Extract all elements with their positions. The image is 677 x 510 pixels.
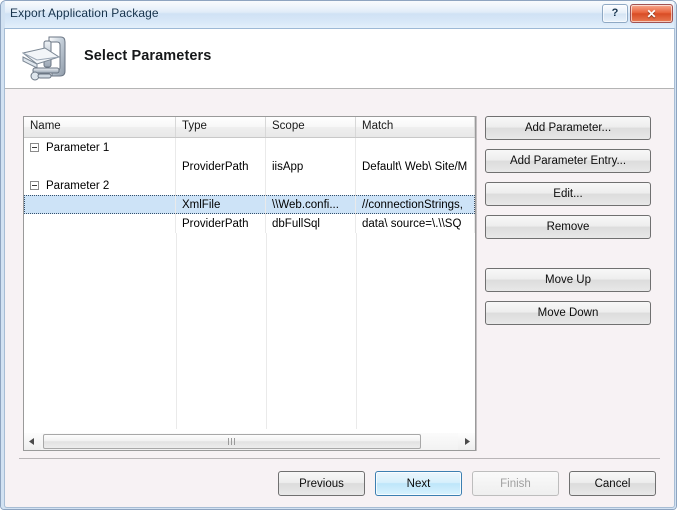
grid-rows: Parameter 1 ProviderPath iisApp Default\… bbox=[24, 138, 475, 429]
scroll-right-icon[interactable] bbox=[458, 433, 475, 450]
cell-name-label: Parameter 1 bbox=[46, 141, 110, 154]
cell-match[interactable]: Default\ Web\ Site/M bbox=[356, 157, 475, 176]
window-title: Export Application Package bbox=[10, 6, 159, 20]
cell-match[interactable] bbox=[356, 176, 475, 195]
cell-scope[interactable]: iisApp bbox=[266, 157, 356, 176]
panel-divider bbox=[476, 116, 477, 451]
table-row[interactable]: Parameter 2 bbox=[24, 176, 475, 195]
title-bar: Export Application Package ? ✕ bbox=[1, 1, 676, 29]
column-header-scope[interactable]: Scope bbox=[266, 117, 356, 137]
footer-divider bbox=[19, 458, 660, 459]
collapse-minus-icon[interactable] bbox=[30, 143, 39, 152]
cancel-button[interactable]: Cancel bbox=[569, 471, 656, 496]
cell-name[interactable] bbox=[24, 214, 176, 233]
edit-button[interactable]: Edit... bbox=[485, 182, 651, 206]
column-header-match[interactable]: Match bbox=[356, 117, 475, 137]
table-row-selected[interactable]: XmlFile \\Web.confi... //connectionStrin… bbox=[24, 195, 475, 214]
move-up-button[interactable]: Move Up bbox=[485, 268, 651, 292]
collapse-minus-icon[interactable] bbox=[30, 181, 39, 190]
column-header-type[interactable]: Type bbox=[176, 117, 266, 137]
scroll-left-icon[interactable] bbox=[24, 433, 41, 450]
help-button[interactable]: ? bbox=[602, 4, 628, 23]
cell-type[interactable]: ProviderPath bbox=[176, 214, 266, 233]
grid-column-divider bbox=[176, 233, 177, 429]
cell-type[interactable] bbox=[176, 176, 266, 195]
cell-scope[interactable] bbox=[266, 138, 356, 157]
move-down-button[interactable]: Move Down bbox=[485, 301, 651, 325]
column-header-name[interactable]: Name bbox=[24, 117, 176, 137]
add-parameter-entry-button[interactable]: Add Parameter Entry... bbox=[485, 149, 651, 173]
grid-horizontal-scrollbar[interactable] bbox=[23, 433, 476, 451]
previous-button[interactable]: Previous bbox=[278, 471, 365, 496]
cell-type[interactable] bbox=[176, 138, 266, 157]
export-application-package-dialog: Export Application Package ? ✕ Select Pa… bbox=[0, 0, 677, 510]
cell-scope[interactable]: dbFullSql bbox=[266, 214, 356, 233]
cell-name-label: Parameter 2 bbox=[46, 179, 110, 192]
page-title: Select Parameters bbox=[84, 48, 212, 64]
cell-name[interactable]: Parameter 2 bbox=[24, 176, 176, 195]
scrollbar-thumb[interactable] bbox=[43, 434, 421, 449]
dialog-body: Name Type Scope Match Parameter 1 Provid… bbox=[5, 90, 674, 507]
grid-header-row: Name Type Scope Match bbox=[24, 117, 475, 138]
remove-button[interactable]: Remove bbox=[485, 215, 651, 239]
finish-button: Finish bbox=[472, 471, 559, 496]
grid-column-divider bbox=[266, 233, 267, 429]
caption-buttons: ? ✕ bbox=[602, 4, 673, 23]
cell-scope[interactable] bbox=[266, 176, 356, 195]
table-row[interactable]: ProviderPath iisApp Default\ Web\ Site/M bbox=[24, 157, 475, 176]
cell-scope[interactable]: \\Web.confi... bbox=[266, 195, 356, 214]
next-button[interactable]: Next bbox=[375, 471, 462, 496]
cell-name[interactable] bbox=[24, 195, 176, 214]
parameter-actions-panel: Add Parameter... Add Parameter Entry... … bbox=[485, 116, 651, 325]
grid-column-divider bbox=[356, 233, 357, 429]
wizard-header: Select Parameters bbox=[5, 29, 674, 89]
table-row[interactable]: ProviderPath dbFullSql data\ source=\.\\… bbox=[24, 214, 475, 233]
export-package-icon bbox=[15, 31, 75, 87]
cell-type[interactable]: XmlFile bbox=[176, 195, 266, 214]
scrollbar-grip-icon bbox=[227, 438, 237, 445]
scrollbar-track[interactable] bbox=[41, 433, 458, 450]
add-parameter-button[interactable]: Add Parameter... bbox=[485, 116, 651, 140]
cell-type[interactable]: ProviderPath bbox=[176, 157, 266, 176]
close-button[interactable]: ✕ bbox=[630, 4, 673, 23]
cell-match[interactable]: data\ source=\.\\SQ bbox=[356, 214, 475, 233]
cell-name[interactable]: Parameter 1 bbox=[24, 138, 176, 157]
table-row[interactable]: Parameter 1 bbox=[24, 138, 475, 157]
cell-match[interactable]: //connectionStrings, bbox=[356, 195, 475, 214]
parameters-grid[interactable]: Name Type Scope Match Parameter 1 Provid… bbox=[23, 116, 476, 451]
wizard-navigation: Previous Next Finish Cancel bbox=[278, 471, 656, 496]
cell-name[interactable] bbox=[24, 157, 176, 176]
cell-match[interactable] bbox=[356, 138, 475, 157]
